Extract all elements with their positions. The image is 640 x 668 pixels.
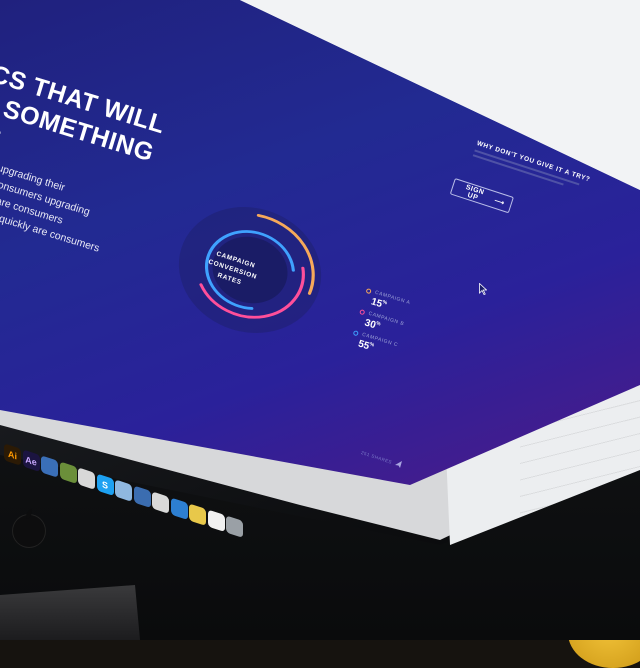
dock-app-icon[interactable]: S bbox=[96, 473, 114, 496]
dock-app-icon[interactable] bbox=[207, 509, 225, 532]
mouse-cursor-icon bbox=[479, 283, 487, 295]
dock-app-icon[interactable] bbox=[152, 491, 169, 514]
dock-app-icon[interactable] bbox=[133, 485, 151, 508]
dock-app-icon[interactable] bbox=[59, 461, 77, 484]
arrow-right-icon: ⟶ bbox=[493, 196, 506, 207]
dock-app-icon[interactable] bbox=[170, 497, 188, 520]
dock-app-icon[interactable] bbox=[78, 467, 95, 490]
dock-app-icon[interactable] bbox=[41, 455, 58, 478]
dock-app-icon[interactable] bbox=[115, 479, 132, 502]
dock-app-icon[interactable]: Ai bbox=[4, 443, 21, 466]
share-icon[interactable] bbox=[394, 460, 403, 469]
dock-app-icon[interactable] bbox=[189, 503, 206, 526]
dock-app-icon[interactable]: Ae bbox=[22, 449, 40, 472]
